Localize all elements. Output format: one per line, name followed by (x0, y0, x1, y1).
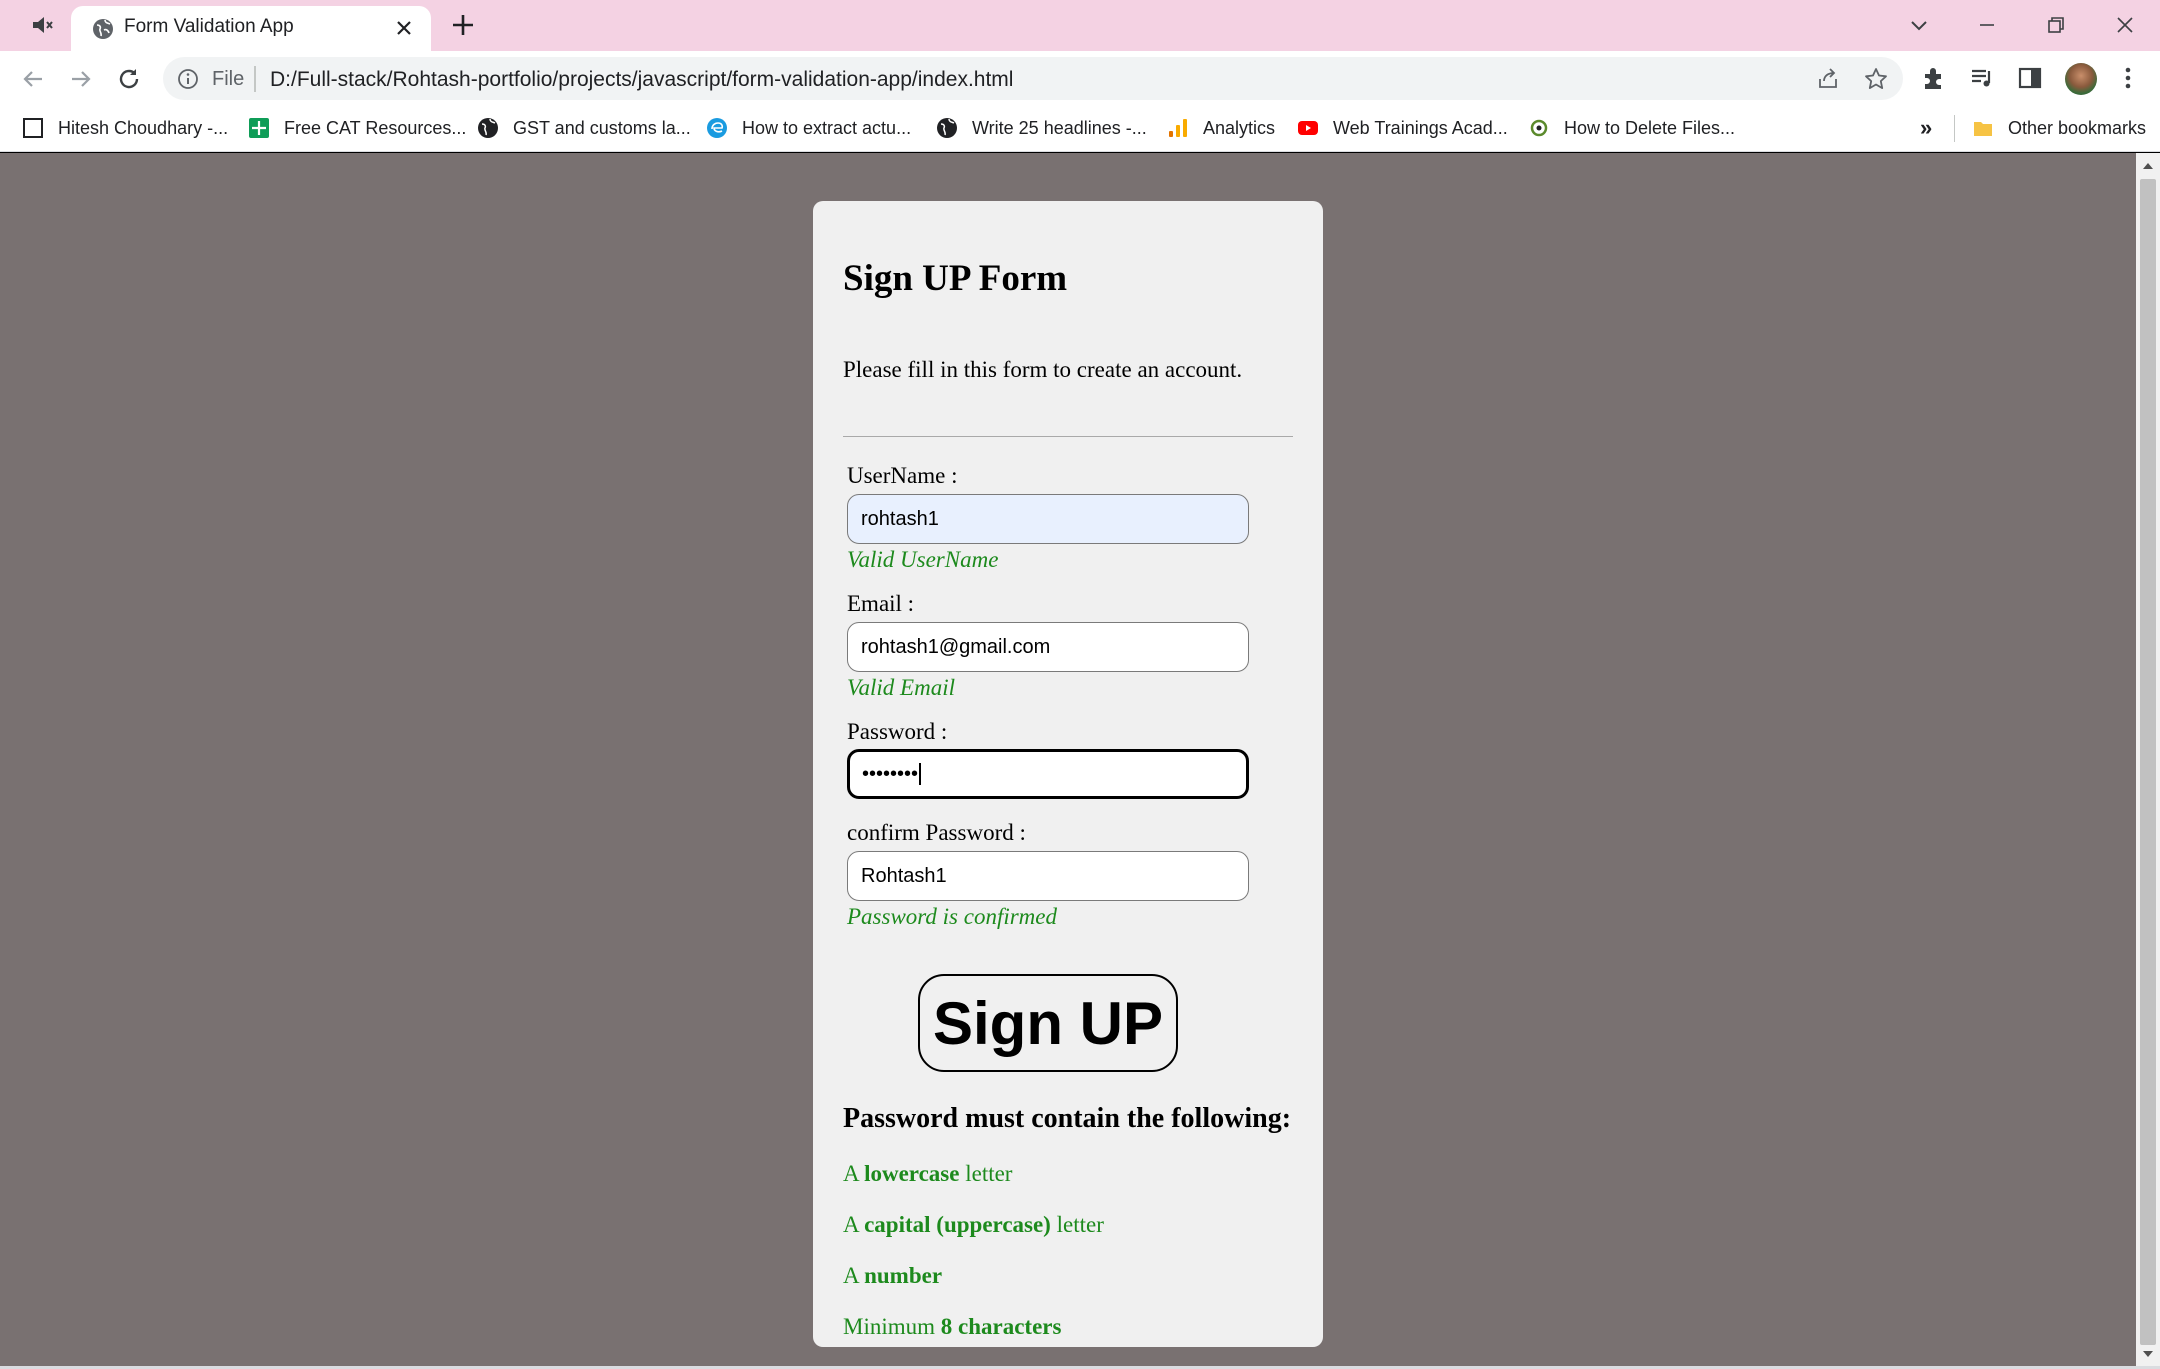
share-icon[interactable] (1816, 67, 1840, 91)
email-label: Email : (847, 591, 915, 616)
req-bold: number (864, 1263, 943, 1288)
youtube-icon (1298, 121, 1318, 135)
confirm-password-validation-message: Password is confirmed (847, 904, 1057, 929)
new-tab-icon[interactable] (450, 12, 476, 38)
browser-toolbar: File D:/Full-stack/Rohtash-portfolio/pro… (0, 51, 2160, 105)
confirm-password-label: confirm Password : (847, 820, 1026, 845)
divider (843, 436, 1293, 437)
restore-icon[interactable] (2041, 10, 2071, 40)
req-text: letter (1050, 1212, 1104, 1237)
bookmark-label: Analytics (1203, 117, 1276, 138)
scroll-down-arrow-icon[interactable] (2142, 1349, 2154, 1359)
bookmark-label: How to extract actu... (742, 117, 912, 138)
bookmark-item[interactable]: Write 25 headlines -... (936, 114, 1147, 142)
bookmark-star-icon[interactable] (1863, 66, 1889, 92)
requirement-length: Minimum 8 characters (843, 1314, 1061, 1340)
other-bookmarks-label: Other bookmarks (2008, 117, 2147, 138)
email-input[interactable]: rohtash1@gmail.com (847, 622, 1249, 672)
bookmark-label: Hitesh Choudhary -... (58, 117, 229, 138)
site-icon (1530, 119, 1548, 137)
password-requirements-title: Password must contain the following: (843, 1103, 1292, 1134)
req-text: A (843, 1161, 865, 1186)
speaker-muted-icon[interactable] (30, 14, 56, 36)
password-value: •••••••• (862, 762, 919, 785)
username-validation-message: Valid UserName (847, 547, 999, 572)
bookmark-item[interactable]: Free CAT Resources... (248, 114, 466, 142)
profile-avatar[interactable] (2065, 63, 2097, 95)
req-bold: capital (uppercase) (864, 1212, 1051, 1237)
requirement-uppercase: A capital (uppercase) letter (843, 1212, 1104, 1238)
sign-up-button[interactable]: Sign UP (918, 974, 1178, 1072)
back-arrow-icon[interactable] (19, 65, 47, 93)
globe-icon (937, 118, 957, 138)
bookmark-label: Free CAT Resources... (284, 117, 467, 138)
req-text: A (843, 1263, 865, 1288)
req-text: Minimum (843, 1314, 941, 1339)
tab-form-validation-app[interactable]: Form Validation App (71, 6, 431, 51)
bookmark-item[interactable]: Hitesh Choudhary -... (22, 114, 228, 142)
confirm-password-input[interactable]: Rohtash1 (847, 851, 1249, 901)
url-text[interactable]: D:/Full-stack/Rohtash-portfolio/projects… (270, 68, 1013, 92)
form-title: Sign UP Form (843, 258, 1068, 299)
bookmarks-bar: Hitesh Choudhary -... Free CAT Resources… (0, 105, 2160, 152)
close-tab-icon[interactable] (393, 17, 415, 39)
bookmarks-overflow-button[interactable]: » (1920, 115, 1932, 141)
globe-icon (93, 19, 113, 39)
text-caret (919, 763, 922, 785)
folder-icon (1974, 122, 1992, 136)
url-scheme-label: File (212, 68, 245, 90)
media-controls-icon[interactable] (1968, 64, 1996, 92)
scrollbar-thumb[interactable] (2140, 179, 2156, 1345)
address-bar[interactable]: File D:/Full-stack/Rohtash-portfolio/pro… (163, 57, 1903, 100)
bookmark-item[interactable]: How to extract actu... (706, 114, 911, 142)
bookmark-label: Write 25 headlines -... (972, 117, 1147, 138)
confirm-password-value: Rohtash1 (861, 864, 947, 887)
req-bold: 8 characters (940, 1314, 1062, 1339)
sheets-icon (249, 118, 269, 138)
vertical-scrollbar[interactable] (2136, 153, 2160, 1369)
tab-title: Form Validation App (124, 16, 294, 37)
bookmark-label: GST and customs la... (513, 117, 691, 138)
password-label: Password : (847, 719, 948, 744)
other-bookmarks-folder[interactable]: Other bookmarks (1972, 114, 2146, 142)
bookmark-item[interactable]: Web Trainings Acad... (1297, 114, 1508, 142)
email-validation-message: Valid Email (847, 675, 955, 700)
bookmark-item[interactable]: GST and customs la... (477, 114, 691, 142)
tab-search-chevron-icon[interactable] (1904, 10, 1934, 40)
requirement-lowercase: A lowercase letter (843, 1161, 1012, 1187)
page-viewport: Sign UP Form Please fill in this form to… (0, 153, 2136, 1369)
title-bar: Form Validation App (0, 0, 2160, 51)
bookmark-label: Web Trainings Acad... (1333, 117, 1508, 138)
forward-arrow-icon[interactable] (67, 65, 95, 93)
analytics-icon (1169, 119, 1187, 137)
req-text: letter (959, 1161, 1013, 1186)
scroll-up-arrow-icon[interactable] (2142, 161, 2154, 171)
close-window-icon[interactable] (2110, 10, 2140, 40)
bookmark-item[interactable]: How to Delete Files... (1528, 114, 1735, 142)
bookmark-item[interactable]: Analytics (1167, 114, 1275, 142)
edge-icon (707, 118, 727, 138)
side-panel-icon[interactable] (2016, 64, 2044, 92)
reload-icon[interactable] (115, 65, 143, 93)
requirement-number: A number (843, 1263, 942, 1289)
extensions-puzzle-icon[interactable] (1920, 64, 1948, 92)
email-value: rohtash1@gmail.com (861, 635, 1051, 658)
info-icon[interactable] (177, 68, 199, 90)
password-input[interactable]: •••••••• (847, 749, 1249, 799)
req-text: A (843, 1212, 865, 1237)
menu-kebab-icon[interactable] (2114, 64, 2142, 92)
username-input[interactable]: rohtash1 (847, 494, 1249, 544)
username-label: UserName : (847, 463, 958, 488)
globe-icon (478, 118, 498, 138)
req-bold: lowercase (864, 1161, 960, 1186)
minimize-icon[interactable] (1972, 10, 2002, 40)
bookmark-page-icon (23, 118, 43, 138)
signup-form-card: Sign UP Form Please fill in this form to… (813, 201, 1323, 1347)
bookmarks-divider (1954, 115, 1955, 142)
omnibox-divider (254, 66, 256, 92)
form-subtitle: Please fill in this form to create an ac… (843, 357, 1243, 382)
username-value: rohtash1 (861, 507, 939, 530)
bookmark-label: How to Delete Files... (1564, 117, 1736, 138)
